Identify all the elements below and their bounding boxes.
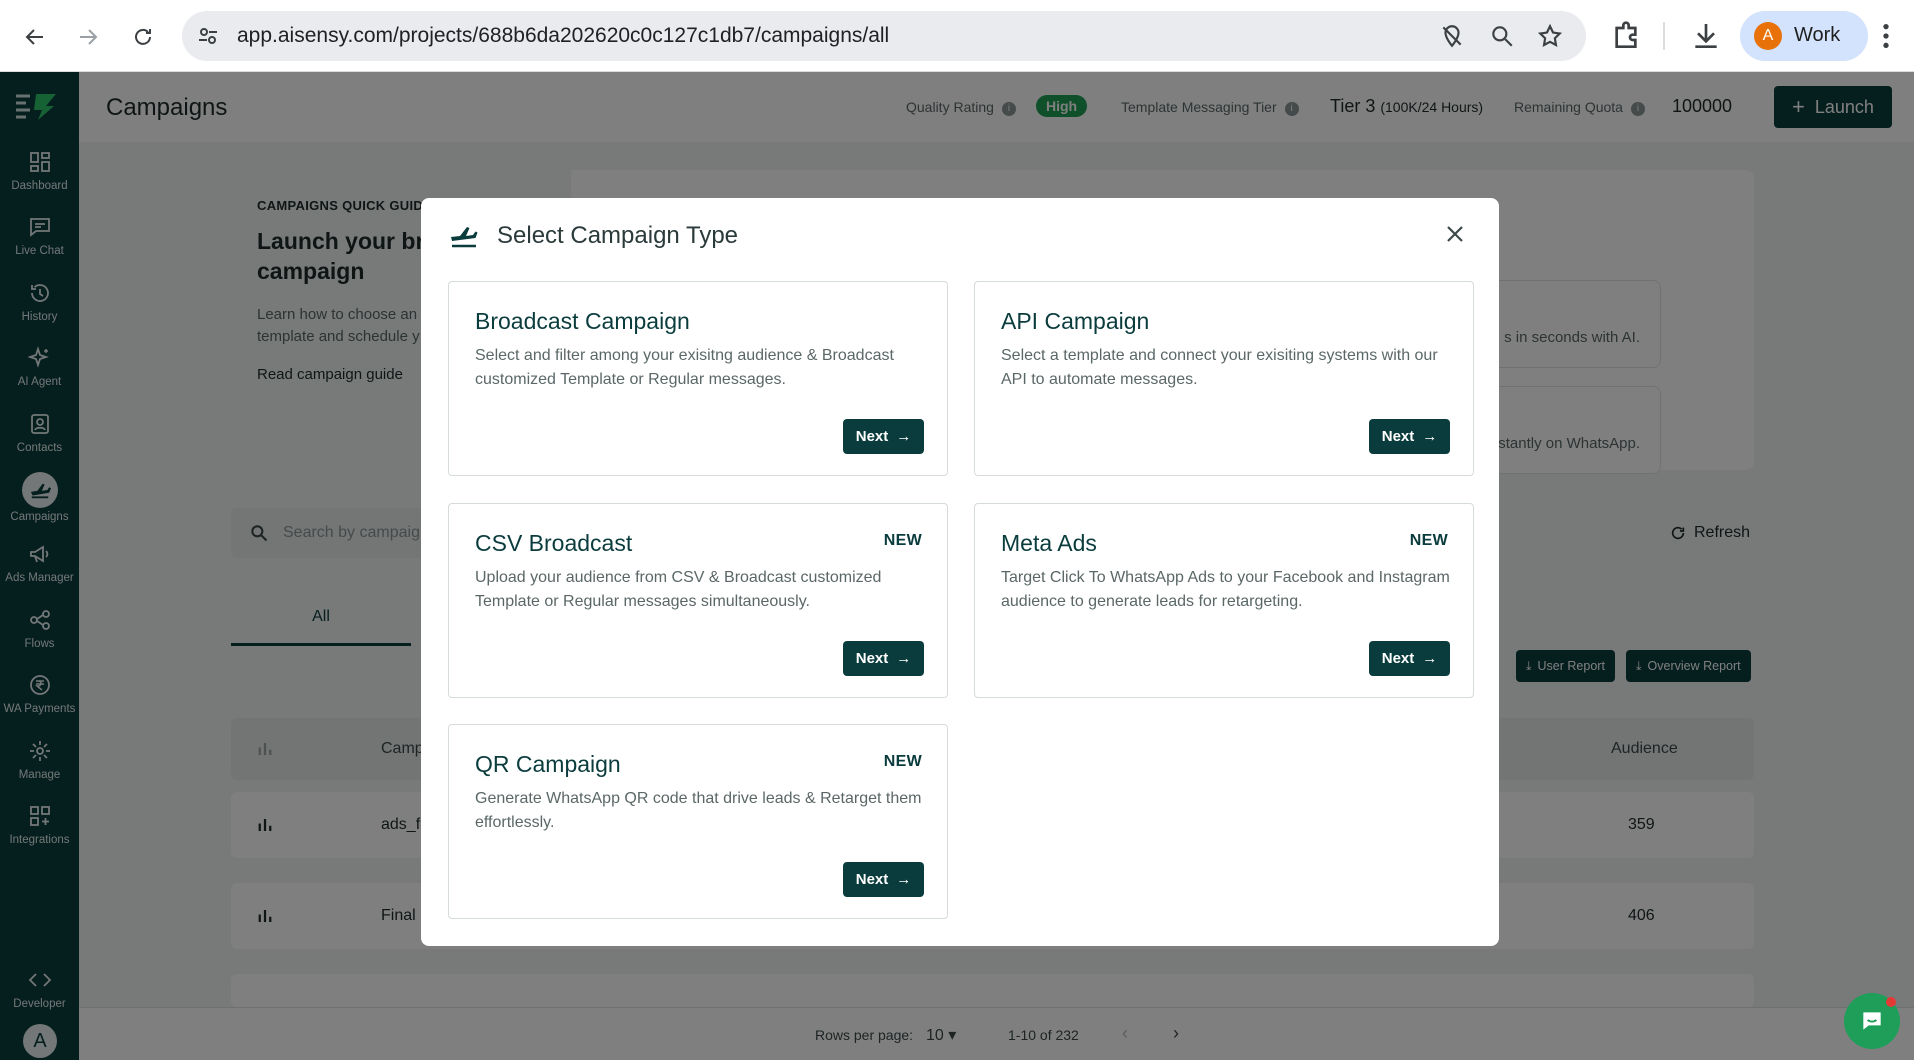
support-chat-button[interactable]	[1844, 993, 1900, 1049]
browser-chrome: app.aisensy.com/projects/688b6da202620c0…	[0, 0, 1914, 72]
address-bar[interactable]: app.aisensy.com/projects/688b6da202620c0…	[182, 11, 1586, 61]
new-badge: NEW	[1409, 532, 1448, 549]
extensions-icon[interactable]	[1610, 20, 1642, 52]
next-button[interactable]: Next →	[843, 641, 924, 676]
arrow-right-icon: →	[1422, 650, 1438, 667]
zoom-icon[interactable]	[1489, 23, 1515, 49]
back-icon[interactable]	[20, 22, 50, 52]
card-title: Meta Ads	[1001, 530, 1097, 556]
card-title: CSV Broadcast	[475, 530, 633, 556]
card-title: API Campaign	[1001, 308, 1150, 334]
profile-name: Work	[1794, 24, 1841, 46]
new-badge: NEW	[883, 753, 922, 770]
close-icon[interactable]	[1441, 220, 1469, 248]
site-settings-icon[interactable]	[196, 24, 220, 48]
card-description: Select a template and connect your exisi…	[1001, 347, 1438, 388]
card-description: Upload your audience from CSV & Broadcas…	[475, 569, 882, 610]
meta-ads-card[interactable]: Meta Ads NEW Target Click To WhatsApp Ad…	[974, 503, 1474, 698]
card-description: Select and filter among your exisitng au…	[475, 347, 894, 388]
profile-avatar: A	[1754, 22, 1782, 50]
card-description: Generate WhatsApp QR code that drive lea…	[475, 790, 922, 831]
next-button[interactable]: Next →	[1369, 419, 1450, 454]
card-title: Broadcast Campaign	[475, 308, 690, 334]
more-vertical-icon[interactable]	[1870, 20, 1902, 52]
next-button[interactable]: Next →	[843, 862, 924, 897]
location-blocked-icon[interactable]	[1439, 23, 1465, 49]
arrow-right-icon: →	[896, 650, 912, 667]
arrow-right-icon: →	[896, 428, 912, 445]
notification-dot	[1886, 997, 1896, 1007]
url-text[interactable]: app.aisensy.com/projects/688b6da202620c0…	[237, 24, 889, 48]
arrow-right-icon: →	[1422, 428, 1438, 445]
profile-chip[interactable]: A Work	[1740, 11, 1868, 61]
broadcast-campaign-card[interactable]: Broadcast Campaign Select and filter amo…	[448, 281, 948, 476]
reload-icon[interactable]	[128, 22, 158, 52]
download-icon[interactable]	[1690, 20, 1722, 52]
card-title: QR Campaign	[475, 751, 621, 777]
bookmark-star-icon[interactable]	[1537, 23, 1563, 49]
card-description: Target Click To WhatsApp Ads to your Fac…	[1001, 569, 1450, 610]
toolbar-divider	[1663, 22, 1665, 50]
chat-bubble-icon	[1863, 1012, 1881, 1030]
next-button[interactable]: Next →	[843, 419, 924, 454]
arrow-right-icon: →	[896, 871, 912, 888]
next-button[interactable]: Next →	[1369, 641, 1450, 676]
api-campaign-card[interactable]: API Campaign Select a template and conne…	[974, 281, 1474, 476]
select-campaign-type-modal: Select Campaign Type Broadcast Campaign …	[421, 198, 1499, 946]
qr-campaign-card[interactable]: QR Campaign NEW Generate WhatsApp QR cod…	[448, 724, 948, 919]
new-badge: NEW	[883, 532, 922, 549]
modal-title: Select Campaign Type	[497, 222, 739, 249]
csv-broadcast-card[interactable]: CSV Broadcast NEW Upload your audience f…	[448, 503, 948, 698]
plane-departure-icon	[451, 227, 478, 248]
forward-icon[interactable]	[73, 22, 103, 52]
